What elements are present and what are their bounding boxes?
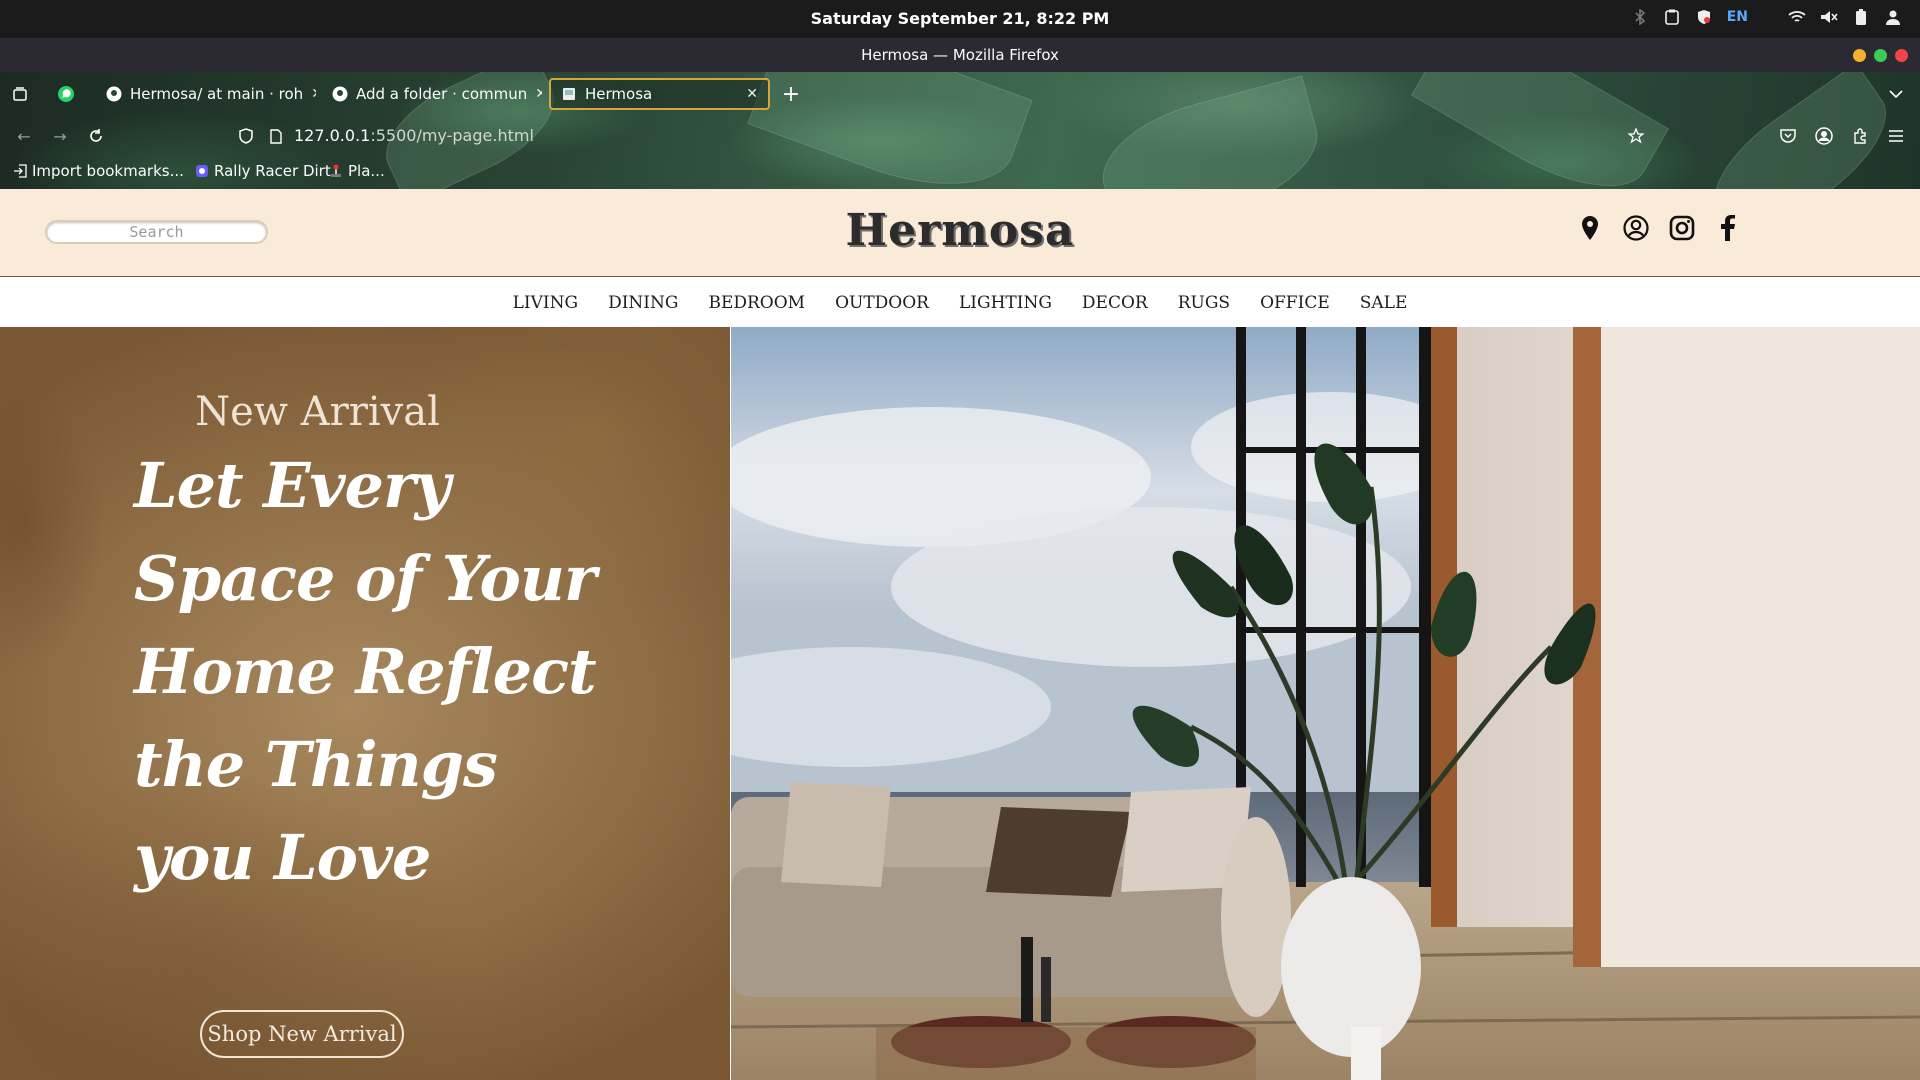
new-arrival-label: New Arrival xyxy=(195,389,440,435)
nav-sale[interactable]: SALE xyxy=(1345,277,1423,316)
page-info-icon[interactable] xyxy=(262,122,290,150)
import-icon xyxy=(12,163,28,179)
hero-image xyxy=(731,327,1920,1080)
url-bar[interactable]: 127.0.0.1:5500/my-page.html xyxy=(294,126,534,145)
hero-headline: Let Every Space of Your Home Reflect the… xyxy=(134,449,597,894)
user-icon[interactable] xyxy=(1884,8,1902,26)
nav-bedroom[interactable]: BEDROOM xyxy=(693,277,820,316)
nav-rugs[interactable]: RUGS xyxy=(1163,277,1245,316)
github-icon xyxy=(332,86,348,102)
facebook-icon[interactable] xyxy=(1714,214,1742,242)
tab-hermosa[interactable]: Hermosa ✕ xyxy=(549,78,770,110)
bookmark-import[interactable]: Import bookmarks... xyxy=(12,162,184,180)
nav-office[interactable]: OFFICE xyxy=(1245,277,1345,316)
forward-button[interactable]: → xyxy=(46,122,74,150)
browser-chrome: Hermosa/ at main · roh ✕ Add a folder · … xyxy=(0,72,1920,189)
chevron-down-icon xyxy=(1889,90,1903,99)
language-indicator[interactable]: EN xyxy=(1727,9,1748,25)
tab-label: Add a folder · commun xyxy=(356,85,528,103)
user-account-icon[interactable] xyxy=(1622,214,1650,242)
whatsapp-icon xyxy=(58,86,74,102)
navigation-toolbar: ← → 127.0.0.1:5500/my-page.html xyxy=(0,116,1920,156)
os-top-bar: Saturday September 21, 8:22 PM EN xyxy=(0,0,1920,38)
bookmark-label: Import bookmarks... xyxy=(32,162,184,180)
tracking-shield-icon[interactable] xyxy=(232,122,260,150)
github-icon xyxy=(106,86,122,102)
menu-button[interactable] xyxy=(1882,122,1910,150)
tab-overview-button[interactable] xyxy=(6,80,34,108)
bookmarks-toolbar: Import bookmarks... Rally Racer Dirt Pla… xyxy=(0,156,1920,189)
reload-button[interactable] xyxy=(82,122,110,150)
battery-icon[interactable] xyxy=(1852,8,1870,26)
web-page: Search Hermosa LIVING DINING BEDROOM OUT… xyxy=(0,189,1920,1080)
main-navigation: LIVING DINING BEDROOM OUTDOOR LIGHTING D… xyxy=(0,277,1920,316)
volume-icon[interactable] xyxy=(1820,8,1838,26)
joystick-icon xyxy=(328,163,344,179)
bookmark-label: Pla... xyxy=(348,162,385,180)
hamburger-icon xyxy=(1889,130,1903,142)
tab-label: Hermosa xyxy=(585,85,653,103)
tab-github-hermosa[interactable]: Hermosa/ at main · roh ✕ xyxy=(96,78,316,110)
wifi-icon[interactable] xyxy=(1788,8,1806,26)
system-tray: EN xyxy=(1631,8,1902,26)
nav-dining[interactable]: DINING xyxy=(593,277,693,316)
star-icon xyxy=(1628,128,1644,144)
bluetooth-icon[interactable] xyxy=(1631,8,1649,26)
game-icon xyxy=(194,163,210,179)
hero-text-panel: New Arrival Let Every Space of Your Home… xyxy=(0,327,730,1080)
pinned-tab-whatsapp[interactable] xyxy=(52,80,80,108)
close-tab-icon[interactable]: ✕ xyxy=(746,86,758,102)
url-host: 127.0.0.1 xyxy=(294,126,371,145)
shop-new-arrival-button[interactable]: Shop New Arrival xyxy=(200,1010,404,1058)
tab-label: Hermosa/ at main · roh xyxy=(130,85,304,103)
window-title: Hermosa — Mozilla Firefox xyxy=(861,46,1059,64)
url-path: :5500/my-page.html xyxy=(370,126,534,145)
window-titlebar: Hermosa — Mozilla Firefox xyxy=(0,38,1920,72)
extensions-button[interactable] xyxy=(1846,122,1874,150)
back-button[interactable]: ← xyxy=(10,122,38,150)
reload-icon xyxy=(90,129,102,142)
nav-decor[interactable]: DECOR xyxy=(1067,277,1163,316)
account-button[interactable] xyxy=(1810,122,1838,150)
tab-strip: Hermosa/ at main · roh ✕ Add a folder · … xyxy=(0,72,1920,116)
page-icon xyxy=(561,86,577,102)
minimize-button[interactable] xyxy=(1853,49,1866,62)
clipboard-icon[interactable] xyxy=(1663,8,1681,26)
bookmark-label: Rally Racer Dirt xyxy=(214,162,331,180)
bookmark-rally-racer[interactable]: Rally Racer Dirt xyxy=(194,162,331,180)
nav-lighting[interactable]: LIGHTING xyxy=(944,277,1067,316)
close-window-button[interactable] xyxy=(1895,49,1908,62)
pocket-button[interactable] xyxy=(1774,122,1802,150)
pocket-icon xyxy=(1780,129,1796,143)
hero-section: New Arrival Let Every Space of Your Home… xyxy=(0,327,1920,1080)
list-tabs-button[interactable] xyxy=(1882,80,1910,108)
instagram-icon[interactable] xyxy=(1668,214,1696,242)
living-room-illustration xyxy=(731,327,1920,1080)
maximize-button[interactable] xyxy=(1874,49,1887,62)
nav-outdoor[interactable]: OUTDOOR xyxy=(820,277,944,316)
account-icon xyxy=(1815,127,1833,145)
site-header: Search Hermosa xyxy=(0,189,1920,277)
puzzle-icon xyxy=(1854,128,1866,144)
close-tab-icon[interactable]: ✕ xyxy=(535,86,542,102)
close-tab-icon[interactable]: ✕ xyxy=(311,86,316,102)
bookmark-pla[interactable]: Pla... xyxy=(328,162,385,180)
tab-overview-icon xyxy=(13,87,27,101)
bookmark-star-button[interactable] xyxy=(1622,122,1650,150)
social-links xyxy=(1576,214,1742,242)
tab-github-add-folder[interactable]: Add a folder · commun ✕ xyxy=(322,78,542,110)
nav-living[interactable]: LIVING xyxy=(498,277,593,316)
window-controls xyxy=(1853,49,1908,62)
new-tab-button[interactable]: + xyxy=(777,80,805,108)
location-pin-icon[interactable] xyxy=(1576,214,1604,242)
shield-icon[interactable] xyxy=(1695,8,1713,26)
